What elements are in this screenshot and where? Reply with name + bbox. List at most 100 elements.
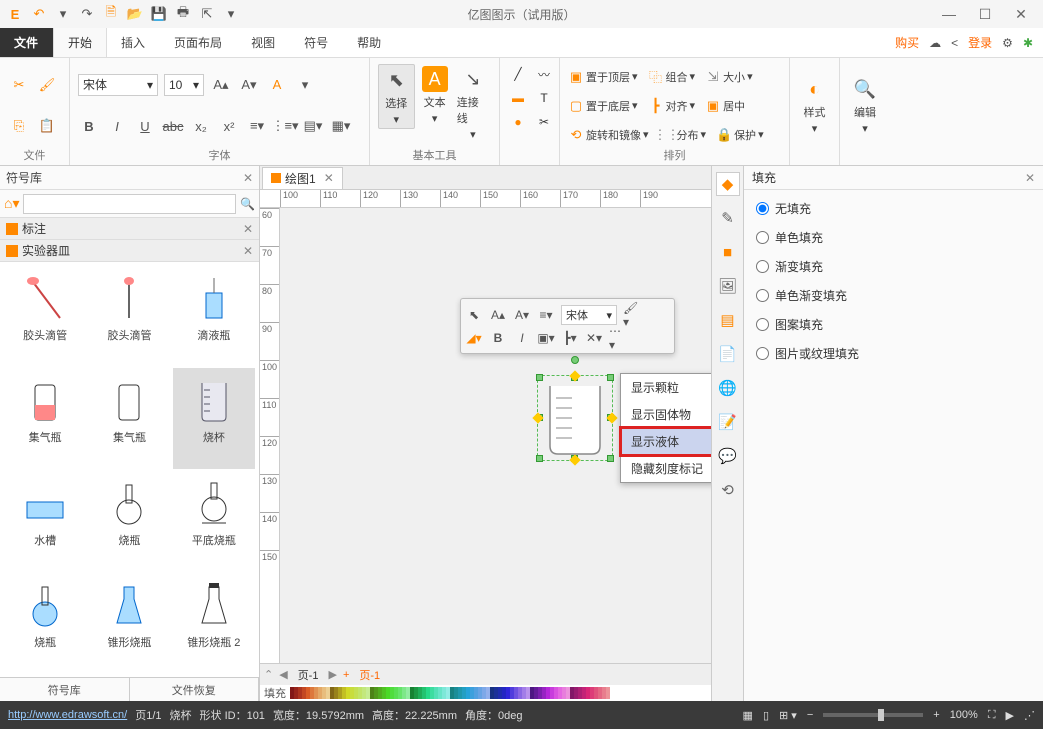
align-button[interactable]: ┣对齐▾ — [648, 98, 696, 114]
symbol-item[interactable]: 胶头滴管 — [4, 266, 86, 366]
maximize-button[interactable]: ☐ — [971, 4, 999, 24]
tab-symbol-library[interactable]: 符号库 — [0, 678, 130, 701]
copy-icon[interactable]: ⎘ — [8, 115, 30, 137]
bold-button[interactable]: B — [78, 115, 100, 137]
undo-icon[interactable]: ↶ — [30, 5, 48, 23]
paste-icon[interactable]: ✂ — [8, 74, 30, 96]
context-item[interactable]: 隐藏刻度标记 — [621, 455, 711, 482]
tab-home[interactable]: 开始 — [53, 28, 107, 57]
fill-option-mono-gradient[interactable]: 单色渐变填充 — [756, 287, 1031, 304]
expand-icon[interactable]: ⌃ — [264, 668, 273, 681]
resize-handle[interactable] — [536, 455, 543, 462]
qat-more-icon[interactable]: ▾ — [222, 5, 240, 23]
distribute-button[interactable]: ⋮⋮分布▾ — [659, 127, 707, 143]
fullscreen-icon[interactable]: ⛶ — [988, 709, 996, 722]
shadow-panel-icon[interactable]: ■ — [716, 240, 740, 264]
category-lab[interactable]: 实验器皿✕ — [0, 240, 259, 262]
status-url[interactable]: http://www.edrawsoft.cn/ — [8, 709, 127, 721]
note-panel-icon[interactable]: 📝 — [716, 410, 740, 434]
symbol-item[interactable]: 胶头滴管 — [88, 266, 170, 366]
circle-shape-icon[interactable]: ● — [508, 112, 528, 132]
close-button[interactable]: ✕ — [1007, 4, 1035, 24]
export-icon[interactable]: ⇱ — [198, 5, 216, 23]
center-button[interactable]: ▣居中 — [705, 98, 745, 114]
symbol-item[interactable]: 锥形烧瓶 — [88, 573, 170, 673]
tab-insert[interactable]: 插入 — [107, 28, 160, 57]
cloud-icon[interactable]: ☁ — [929, 36, 941, 50]
align2-icon[interactable]: ┣▾ — [561, 329, 579, 347]
next-page-icon[interactable]: ▶ — [328, 668, 336, 681]
shrink-font-icon[interactable]: A▾ — [513, 306, 531, 324]
curve-shape-icon[interactable]: 〰 — [534, 64, 554, 84]
crop-shape-icon[interactable]: ✂ — [534, 112, 554, 132]
mini-font-select[interactable]: 宋体▾ — [561, 305, 617, 325]
line-panel-icon[interactable]: ✎ — [716, 206, 740, 230]
share-icon[interactable]: < — [951, 36, 958, 50]
edit-button[interactable]: 🔍编辑▾ — [844, 74, 886, 137]
page-panel-icon[interactable]: 📄 — [716, 342, 740, 366]
doc-tab[interactable]: 绘图1✕ — [262, 167, 343, 189]
symbol-item[interactable]: 集气瓶 — [4, 368, 86, 468]
bold-icon[interactable]: B — [489, 329, 507, 347]
view-grid-icon[interactable]: ▦ — [743, 709, 753, 722]
fill-option-none[interactable]: 无填充 — [756, 200, 1031, 217]
resize-grip-icon[interactable]: ⋰ — [1024, 709, 1035, 722]
highlight-icon[interactable]: ▾ — [294, 74, 316, 96]
fill-panel-close-icon[interactable]: ✕ — [1025, 171, 1035, 185]
align-icon[interactable]: ≡▾ — [537, 306, 555, 324]
color-swatches[interactable] — [290, 687, 610, 699]
settings-icon[interactable]: ⚙ — [1002, 36, 1013, 50]
search-icon[interactable]: 🔍 — [240, 197, 255, 211]
tab-symbol[interactable]: 符号 — [290, 28, 343, 57]
link-panel-icon[interactable]: 🌐 — [716, 376, 740, 400]
group-button[interactable]: ⿻组合▾ — [648, 69, 696, 85]
tab-view[interactable]: 视图 — [237, 28, 290, 57]
symbol-item[interactable]: 烧瓶 — [4, 573, 86, 673]
select-tool[interactable]: ⬉选择▾ — [378, 64, 415, 129]
brush-icon[interactable]: 🖌 — [36, 74, 58, 96]
add-page-icon[interactable]: + — [343, 669, 349, 681]
size-button[interactable]: ⇲大小▾ — [705, 69, 753, 85]
category-callout[interactable]: 标注✕ — [0, 218, 259, 240]
shrink-font-icon[interactable]: A▾ — [238, 74, 260, 96]
comment-panel-icon[interactable]: 💬 — [716, 444, 740, 468]
rotation-handle[interactable] — [571, 356, 579, 364]
tools-icon[interactable]: ✕▾ — [585, 329, 603, 347]
print-icon[interactable]: 🖶 — [174, 5, 192, 23]
rect-shape-icon[interactable]: ▬ — [508, 88, 528, 108]
context-item[interactable]: 显示颗粒 — [621, 374, 711, 401]
more-icon[interactable]: ⋯▾ — [609, 329, 627, 347]
grow-font-icon[interactable]: A▴ — [489, 306, 507, 324]
tab-file[interactable]: 文件 — [0, 28, 53, 57]
align2-icon[interactable]: ▦▾ — [330, 115, 352, 137]
fill-panel-icon[interactable]: ◆ — [716, 172, 740, 196]
symbol-search-input[interactable] — [23, 194, 236, 214]
prev-page-icon[interactable]: ◀ — [279, 668, 287, 681]
brush-icon[interactable]: 🖌▾ — [623, 306, 641, 324]
text-shape-icon[interactable]: T — [534, 88, 554, 108]
style-button[interactable]: ◐样式▾ — [794, 74, 836, 137]
font-size-select[interactable]: 10▾ — [164, 74, 204, 96]
fill-option-gradient[interactable]: 渐变填充 — [756, 258, 1031, 275]
paste2-icon[interactable]: 📋 — [36, 115, 58, 137]
text-tool[interactable]: A文本▾ — [417, 64, 453, 127]
undo-dropdown-icon[interactable]: ▾ — [54, 5, 72, 23]
view-fit-icon[interactable]: ⊞ ▾ — [779, 709, 797, 722]
symbol-item[interactable]: 水槽 — [4, 471, 86, 571]
layer-panel-icon[interactable]: ▤ — [716, 308, 740, 332]
view-page-icon[interactable]: ▯ — [763, 709, 769, 722]
protect-button[interactable]: 🔒保护▾ — [716, 127, 764, 143]
page-tab-active[interactable]: 页-1 — [359, 667, 380, 683]
underline-button[interactable]: U — [134, 115, 156, 137]
fill-option-picture[interactable]: 图片或纹理填充 — [756, 345, 1031, 362]
tab-help[interactable]: 帮助 — [343, 28, 396, 57]
history-panel-icon[interactable]: ⟲ — [716, 478, 740, 502]
italic-button[interactable]: I — [106, 115, 128, 137]
present-icon[interactable]: ▶ — [1006, 709, 1014, 722]
page-tab[interactable]: 页-1 — [298, 667, 319, 683]
fill-icon[interactable]: ◢▾ — [465, 329, 483, 347]
symbol-item[interactable]: 集气瓶 — [88, 368, 170, 468]
line-shape-icon[interactable]: ╱ — [508, 64, 528, 84]
font-family-select[interactable]: 宋体▾ — [78, 74, 158, 96]
redo-icon[interactable]: ↷ — [78, 5, 96, 23]
